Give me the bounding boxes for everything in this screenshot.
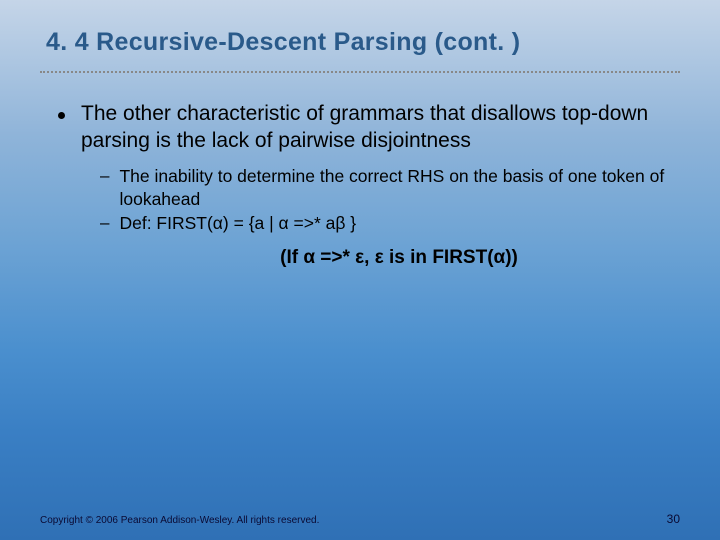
sub-bullet-item: – The inability to determine the correct… — [100, 165, 680, 211]
sub-bullet-list: – The inability to determine the correct… — [100, 165, 680, 235]
centered-note: (If α =>* ε, ε is in FIRST(α)) — [118, 247, 680, 269]
page-number: 30 — [667, 512, 680, 526]
sub-bullet-text: The inability to determine the correct R… — [119, 165, 680, 211]
slide: 4. 4 Recursive-Descent Parsing (cont. ) … — [0, 0, 720, 540]
copyright-text: Copyright © 2006 Pearson Addison-Wesley.… — [40, 515, 319, 526]
slide-body: The other characteristic of grammars tha… — [40, 101, 680, 269]
dash-icon: – — [100, 213, 109, 233]
slide-footer: Copyright © 2006 Pearson Addison-Wesley.… — [40, 512, 680, 526]
sub-bullet-text: Def: FIRST(α) = {a | α =>* aβ } — [119, 212, 356, 235]
sub-bullet-item: – Def: FIRST(α) = {a | α =>* aβ } — [100, 212, 680, 235]
title-divider — [40, 71, 680, 73]
bullet-text: The other characteristic of grammars tha… — [81, 101, 680, 155]
slide-title: 4. 4 Recursive-Descent Parsing (cont. ) — [46, 28, 680, 57]
bullet-dot-icon — [58, 112, 65, 119]
bullet-item: The other characteristic of grammars tha… — [58, 101, 680, 155]
dash-icon: – — [100, 166, 109, 186]
